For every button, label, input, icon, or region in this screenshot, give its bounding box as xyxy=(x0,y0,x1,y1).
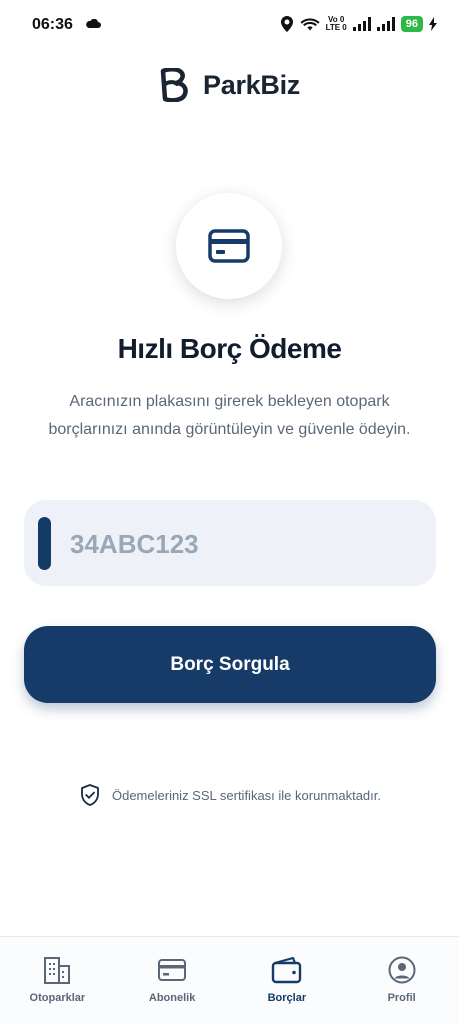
battery-badge: 96 xyxy=(400,16,423,32)
brand-name: ParkBiz xyxy=(203,69,300,100)
building-icon xyxy=(44,957,71,984)
hero-icon-circle xyxy=(176,193,282,299)
page-title: Hızlı Borç Ödeme xyxy=(117,333,342,364)
nav-label-borclar: Borçlar xyxy=(267,992,307,1004)
nav-label-otoparklar: Otoparklar xyxy=(29,992,86,1004)
brand-header: ParkBiz xyxy=(0,68,459,102)
wallet-icon xyxy=(271,956,302,984)
charging-icon xyxy=(429,17,437,31)
parkbiz-logo-icon xyxy=(160,68,188,102)
nav-label-abonelik: Abonelik xyxy=(148,992,196,1004)
cloud-icon xyxy=(86,19,101,28)
nav-item-otoparklar[interactable]: Otoparklar xyxy=(0,937,115,1025)
ssl-note: Ödemeleriniz SSL sertifikası ile korunma… xyxy=(0,783,459,807)
nav-item-abonelik[interactable]: Abonelik xyxy=(115,937,230,1025)
wifi-icon xyxy=(300,18,320,31)
user-circle-icon xyxy=(388,956,416,984)
status-bar: 06:36 Vo 0 LTE 0 96 xyxy=(0,0,459,52)
nav-label-profil: Profil xyxy=(387,992,416,1004)
bottom-nav: Otoparklar Abonelik Borçlar Profil xyxy=(0,936,459,1025)
card-icon xyxy=(158,959,187,981)
location-icon xyxy=(280,16,293,32)
page-description: Aracınızın plakasını girerek bekleyen ot… xyxy=(48,393,411,438)
query-debt-button[interactable]: Borç Sorgula xyxy=(24,626,436,703)
shield-check-icon xyxy=(81,784,99,806)
volte-bottom: LTE 0 xyxy=(325,23,347,32)
plate-input[interactable] xyxy=(68,522,412,566)
status-time: 06:36 xyxy=(32,16,73,33)
ssl-text: Ödemeleriniz SSL sertifikası ile korunma… xyxy=(111,787,381,803)
plate-accent-bar xyxy=(38,517,51,570)
volte-indicator: Vo 0 LTE 0 xyxy=(326,16,347,32)
signal-icon xyxy=(352,17,371,31)
plate-input-container[interactable] xyxy=(24,500,436,586)
signal-icon-2 xyxy=(376,17,395,31)
nav-item-borclar[interactable]: Borçlar xyxy=(230,937,345,1025)
credit-card-icon xyxy=(208,229,250,263)
nav-item-profil[interactable]: Profil xyxy=(344,937,459,1025)
